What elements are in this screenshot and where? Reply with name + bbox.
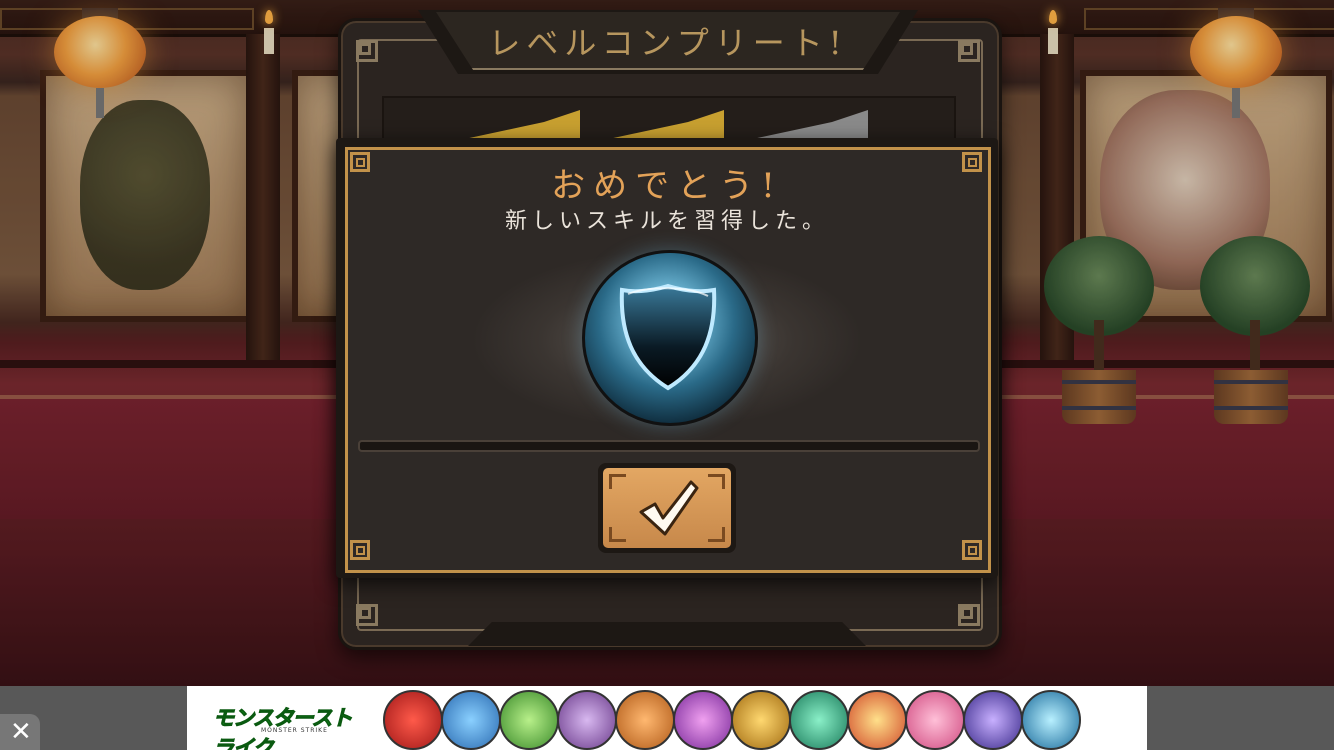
corner-ornament <box>958 604 980 626</box>
corner-ornament <box>962 540 982 560</box>
ad-banner[interactable]: モンスターストライク MONSTER STRIKE <box>187 686 1147 750</box>
character-icon <box>383 690 443 750</box>
close-ad-button[interactable]: ✕ <box>0 714 40 750</box>
character-icon <box>441 690 501 750</box>
monster-strike-logo: モンスターストライク MONSTER STRIKE <box>213 706 354 750</box>
character-icon <box>731 690 791 750</box>
character-icon <box>1021 690 1081 750</box>
divider <box>358 440 980 452</box>
checkmark-icon <box>639 480 699 536</box>
corner-ornament <box>350 540 370 560</box>
skill-learned-message: 新しいスキルを習得した。 <box>504 209 829 234</box>
character-icon <box>615 690 675 750</box>
character-icon <box>789 690 849 750</box>
congrats-heading: おめでとう! <box>551 166 783 206</box>
character-icon <box>673 690 733 750</box>
character-icon <box>905 690 965 750</box>
character-icon <box>557 690 617 750</box>
level-complete-title: レベルコンプリート! <box>488 24 848 62</box>
confirm-button[interactable] <box>598 463 736 553</box>
character-icon <box>963 690 1023 750</box>
close-icon: ✕ <box>10 717 32 747</box>
corner-ornament <box>958 40 980 62</box>
shield-icon <box>619 283 717 391</box>
character-icon <box>847 690 907 750</box>
character-icon <box>499 690 559 750</box>
corner-ornament <box>356 40 378 62</box>
corner-ornament <box>356 604 378 626</box>
